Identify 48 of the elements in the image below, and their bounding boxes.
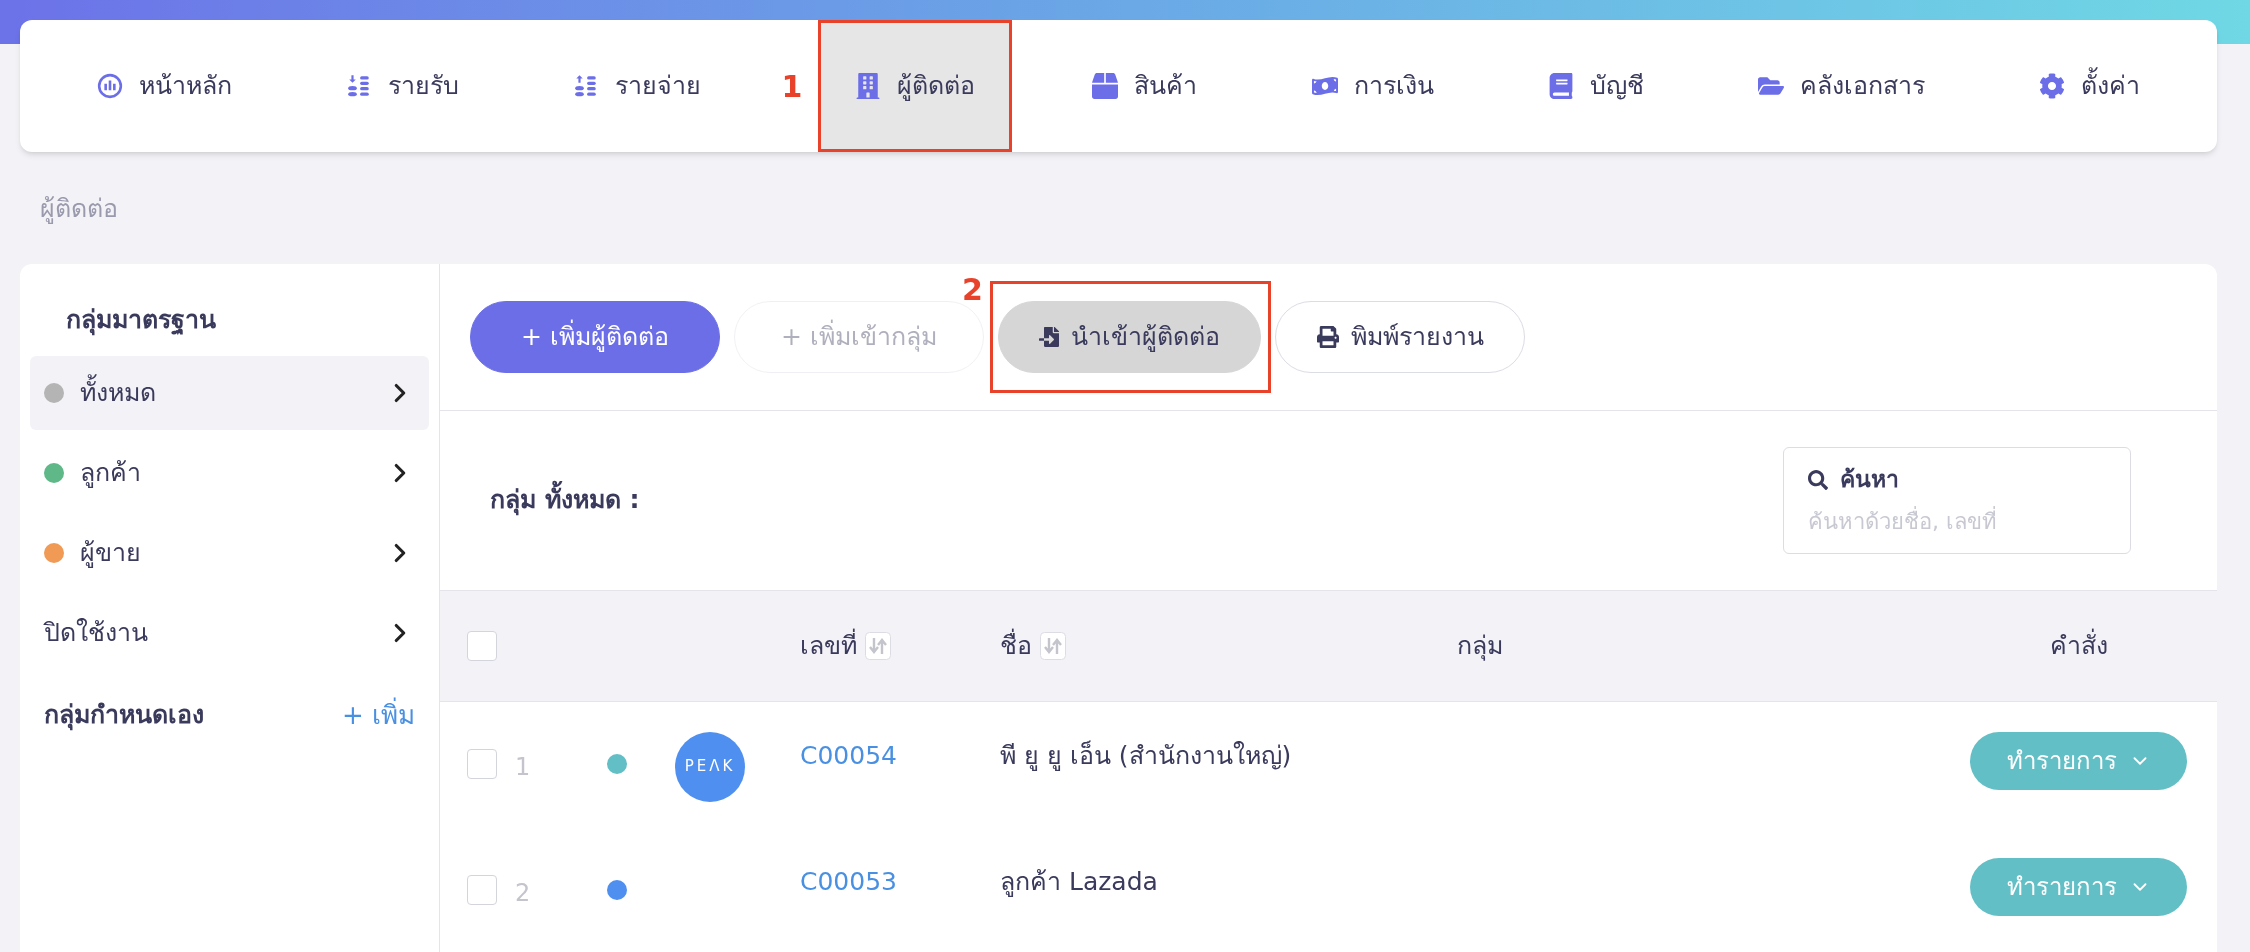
group-title: กลุ่มกำหนดเอง — [44, 699, 204, 733]
group-item[interactable]: ปิดใช้งาน — [30, 595, 429, 670]
toolbar-button[interactable]: นำเข้าผู้ติดต่อ — [998, 300, 1261, 373]
group-item[interactable]: ผู้ขาย — [30, 515, 429, 590]
column-header: ชื่อ — [1000, 627, 1032, 662]
book-icon — [1547, 73, 1574, 99]
nav-tab[interactable]: รายรับ — [312, 20, 494, 152]
annotation-number: 1 — [781, 67, 803, 106]
row-checkbox[interactable] — [467, 748, 497, 779]
group-label: ลูกค้า — [80, 456, 142, 490]
toolbar-button[interactable]: + เพิ่มผู้ติดต่อ — [470, 300, 720, 373]
group-label: ทั้งหมด — [80, 373, 385, 412]
toolbar-button[interactable]: พิมพ์รายงาน — [1275, 300, 1525, 373]
sort-icon[interactable] — [865, 631, 891, 660]
building-icon — [855, 73, 882, 99]
contact-name: ลูกค้า Lazada — [1000, 865, 1159, 899]
column-header: กลุ่ม — [1457, 629, 1503, 663]
avatar-logo: PEΛK — [675, 731, 745, 802]
contact-name: พี ยู ยู เอ็น (สำนักงานใหญ่) — [1000, 739, 1293, 773]
nav-tab[interactable]: หน้าหลัก — [63, 20, 267, 152]
row-number: 2 — [515, 877, 531, 909]
file-import-icon — [1039, 326, 1059, 347]
group-item[interactable]: ทั้งหมด — [30, 355, 429, 430]
row-number: 1 — [515, 751, 531, 783]
sort-icon[interactable] — [1040, 631, 1066, 660]
box-icon — [1092, 73, 1119, 99]
nav-tab[interactable]: คลังเอกสาร — [1723, 20, 1959, 152]
gauge-icon — [97, 73, 124, 99]
search-label: ค้นหา — [1840, 465, 1899, 495]
nav-tab[interactable]: ผู้ติดต่อ — [818, 20, 1013, 152]
nav-tab[interactable]: ตั้งค่า — [2004, 20, 2174, 152]
nav-tab[interactable]: บัญชี — [1513, 20, 1678, 152]
group-item[interactable]: ลูกค้า — [30, 435, 429, 510]
column-header: เลขที่ — [800, 627, 857, 662]
settings-icon — [2038, 73, 2065, 99]
row-checkbox[interactable] — [467, 874, 497, 905]
search-icon — [1808, 469, 1828, 490]
group-label: ปิดใช้งาน — [44, 616, 149, 649]
group-label: ผู้ขาย — [80, 536, 142, 570]
column-header: คำสั่ง — [2048, 627, 2109, 662]
nav-tab[interactable]: สินค้า — [1058, 20, 1232, 152]
select-all-checkbox[interactable] — [467, 630, 497, 661]
nav-tab[interactable]: รายจ่าย — [539, 20, 736, 152]
group-title: กลุ่มมาตรฐาน — [65, 303, 217, 338]
nav-tab[interactable]: การเงิน — [1277, 20, 1468, 152]
group-heading: กลุ่ม ทั้งหมด : — [490, 481, 640, 519]
breadcrumb: ผู้ติดต่อ — [40, 193, 119, 226]
print-icon — [1316, 325, 1339, 348]
